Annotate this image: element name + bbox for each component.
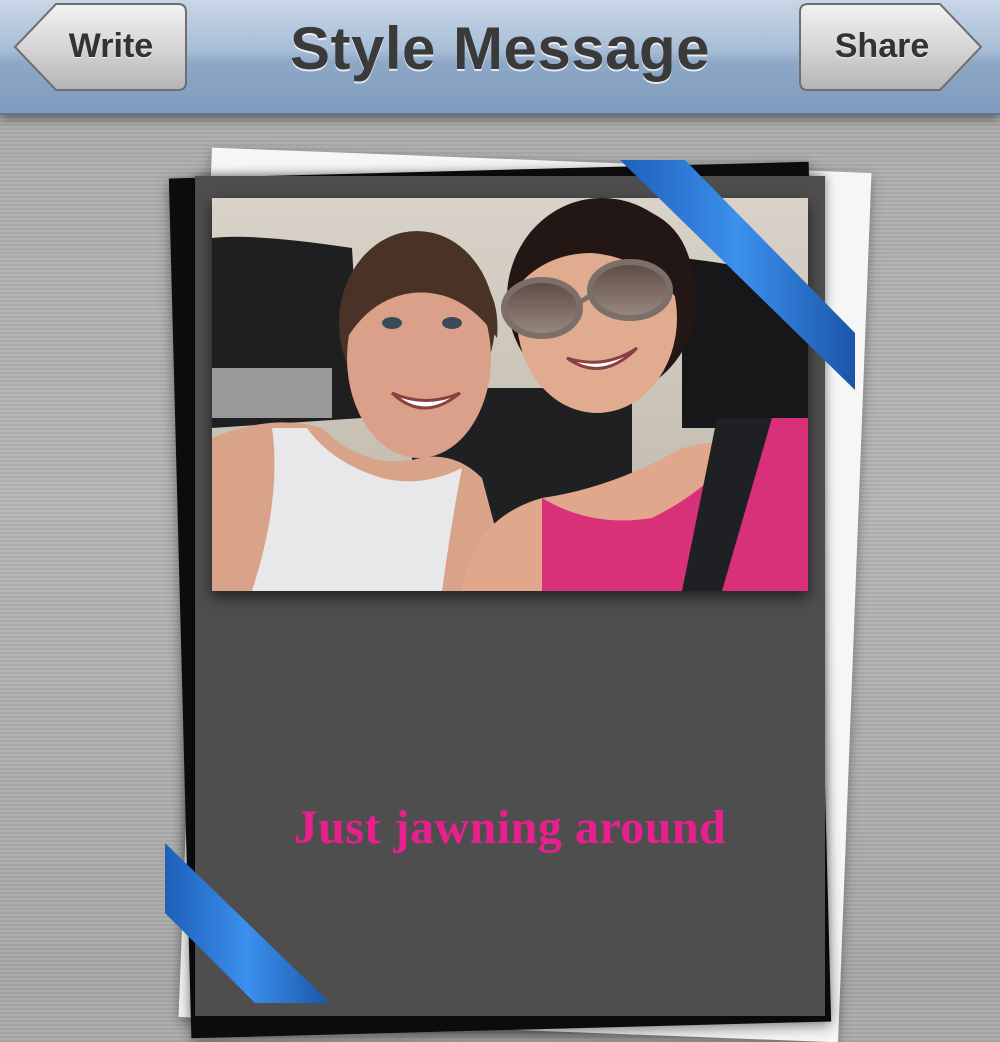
navigation-bar: Write Style Message Share: [0, 0, 1000, 115]
write-button-label: Write: [68, 26, 154, 65]
top-right-ribbon: [620, 160, 855, 390]
message-caption[interactable]: Just jawning around: [195, 800, 825, 855]
share-button-label: Share: [834, 26, 930, 65]
bottom-left-ribbon: [165, 843, 330, 1003]
share-button[interactable]: Share: [798, 2, 984, 91]
